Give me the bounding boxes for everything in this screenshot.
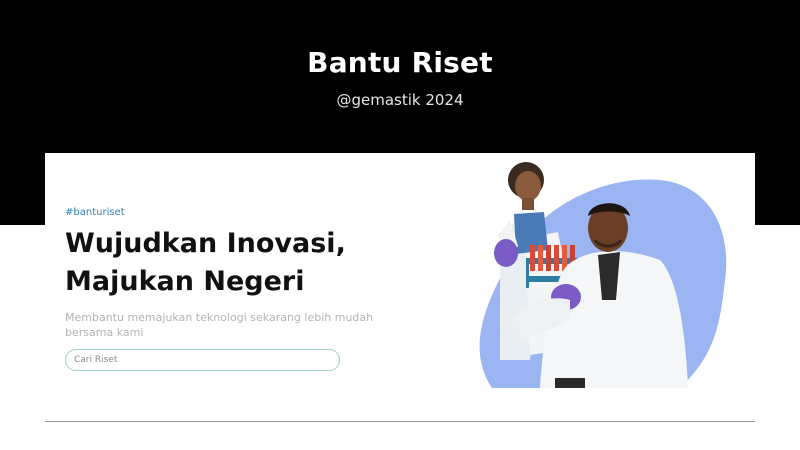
hero-headline: Wujudkan Inovasi, Majukan Negeri <box>65 225 445 301</box>
app-title: Bantu Riset <box>307 46 493 79</box>
search-field[interactable] <box>65 349 340 371</box>
hero-description: Membantu memajukan teknologi sekarang le… <box>65 311 374 339</box>
hashtag-label: #banturiset <box>65 207 125 218</box>
scientists-illustration <box>479 162 727 388</box>
search-input[interactable] <box>74 350 331 370</box>
headline-line-2: Majukan Negeri <box>65 266 305 297</box>
app-subtitle: @gemastik 2024 <box>336 91 464 109</box>
section-divider <box>45 421 755 422</box>
headline-line-1: Wujudkan Inovasi, <box>65 228 346 259</box>
